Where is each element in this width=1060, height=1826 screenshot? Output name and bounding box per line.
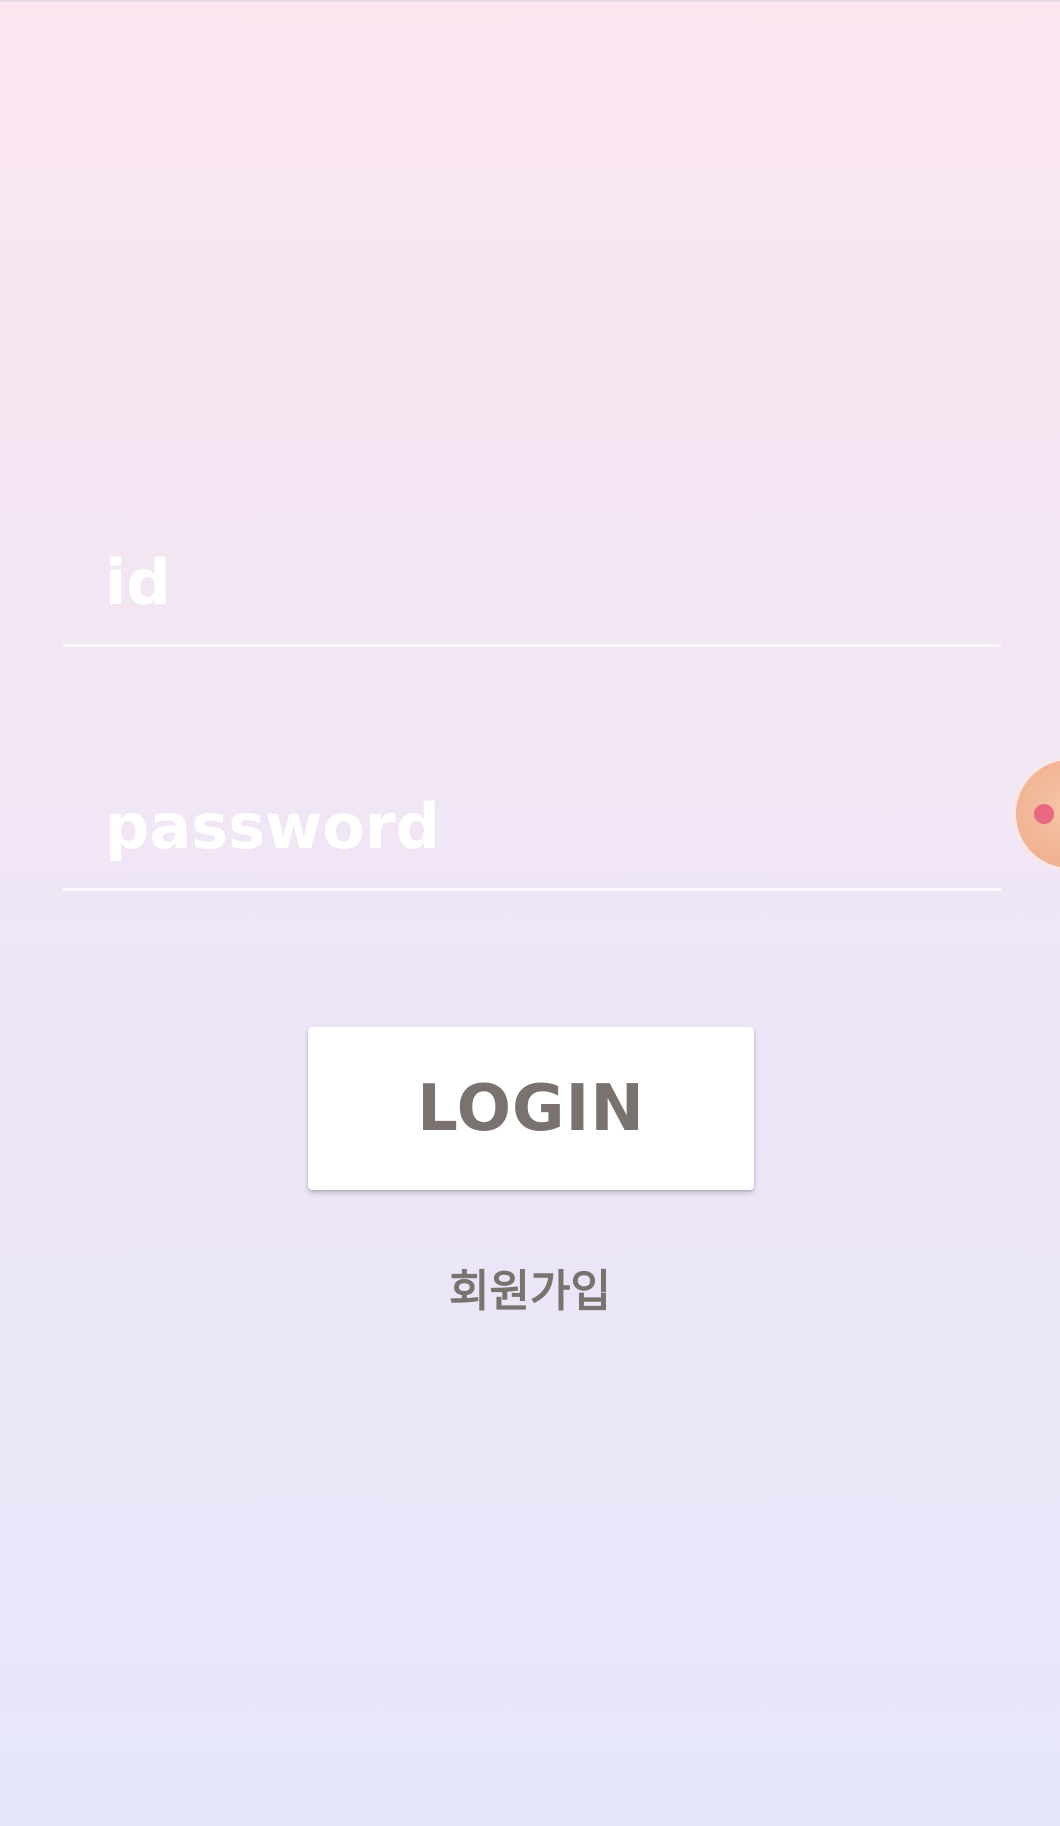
top-divider: [0, 0, 1060, 2]
chat-head-bubble-icon[interactable]: [1016, 760, 1060, 868]
bubble-dot-icon: [1034, 804, 1054, 824]
signup-link[interactable]: 회원가입: [380, 1255, 680, 1319]
id-field-container: [63, 524, 1001, 647]
id-input[interactable]: [105, 542, 965, 622]
login-button[interactable]: LOGIN: [308, 1027, 754, 1190]
password-input[interactable]: [105, 786, 965, 866]
login-screen: LOGIN 회원가입: [0, 0, 1060, 1826]
password-field-container: [63, 768, 1001, 891]
